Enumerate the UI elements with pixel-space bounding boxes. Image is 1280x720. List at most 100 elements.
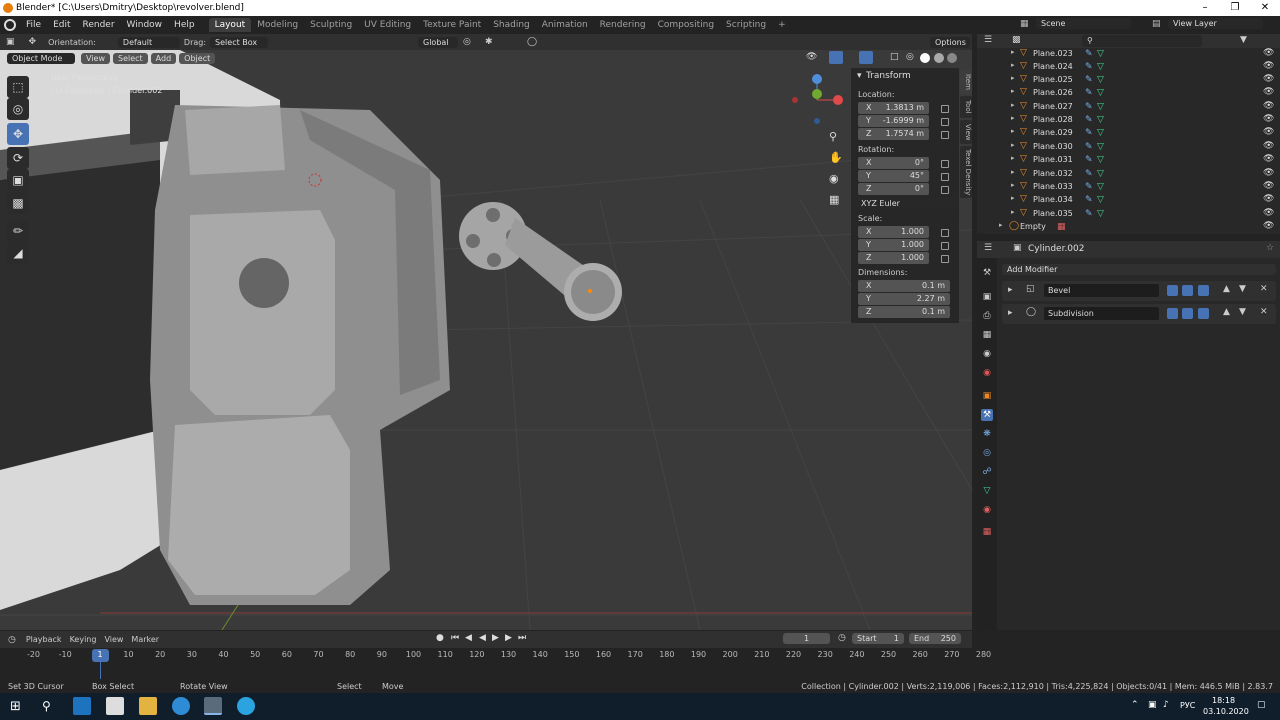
tab-compositing[interactable]: Compositing <box>652 18 720 32</box>
add-workspace-icon[interactable]: + <box>772 18 792 32</box>
edge-icon[interactable] <box>172 697 190 715</box>
material-shading-icon[interactable] <box>934 53 944 63</box>
tab-modeling[interactable]: Modeling <box>251 18 304 32</box>
3d-viewport[interactable]: User Perspective (1) Collection | Cylind… <box>0 50 972 630</box>
pan-hand-icon[interactable]: ✋ <box>829 151 843 164</box>
lock-icon[interactable] <box>941 173 949 181</box>
modifier-subdivision[interactable]: ▸ ◯ Subdivision ▲ ▼ ✕ <box>1002 304 1276 324</box>
realtime-display-icon[interactable] <box>1182 308 1193 319</box>
menu-playback[interactable]: Playback <box>26 635 62 644</box>
language-indicator[interactable]: РУС <box>1180 701 1195 710</box>
maximize-button[interactable]: ❐ <box>1220 0 1250 16</box>
rendered-shading-icon[interactable] <box>947 53 957 63</box>
jump-end-icon[interactable]: ⏭ <box>518 633 526 643</box>
search-icon[interactable]: ⚲ <box>42 699 51 713</box>
expand-chevron-icon[interactable]: ▸ <box>1008 285 1013 295</box>
outliner-row[interactable]: ▸ ▽ Plane.027 ✎ ▽ 👁 <box>977 101 1280 114</box>
location-y-field[interactable]: Y -1.6999 m <box>858 115 929 127</box>
transform-header[interactable]: Transform <box>866 71 911 81</box>
volume-icon[interactable]: ♪ <box>1163 700 1169 710</box>
dimensions-z-field[interactable]: Z 0.1 m <box>858 306 950 318</box>
network-icon[interactable]: ▣ <box>1148 700 1157 710</box>
remove-modifier-icon[interactable]: ✕ <box>1260 284 1268 294</box>
close-button[interactable]: ✕ <box>1250 0 1280 16</box>
play-reverse-icon[interactable]: ◀ <box>479 633 486 643</box>
file-explorer-icon[interactable] <box>139 697 157 715</box>
camera-icon[interactable] <box>1167 308 1178 319</box>
cursor-tool-icon[interactable]: ◎ <box>7 98 29 120</box>
tray-chevron-icon[interactable]: ⌃ <box>1131 700 1139 710</box>
outliner-row[interactable]: ▸ ▽ Plane.032 ✎ ▽ 👁 <box>977 168 1280 181</box>
menu-add[interactable]: Add <box>150 52 177 64</box>
zoom-icon[interactable]: ⚲ <box>829 130 837 143</box>
view-layer-icon[interactable]: ▦ <box>981 329 993 341</box>
scene-selector[interactable]: Scene <box>1036 18 1131 29</box>
outliner-row[interactable]: ▸ ▽ Plane.026 ✎ ▽ 👁 <box>977 87 1280 100</box>
camera-icon[interactable]: ◉ <box>829 172 839 185</box>
current-frame-field[interactable]: 1 <box>783 633 830 644</box>
outliner-editor-icon[interactable]: ☰ <box>984 35 992 45</box>
orientation-dropdown[interactable]: Default <box>117 36 180 48</box>
material-icon[interactable]: ◉ <box>981 504 993 516</box>
drag-dropdown[interactable]: Select Box <box>210 36 269 48</box>
store-icon[interactable] <box>106 697 124 715</box>
overlay-toggle-icon[interactable] <box>859 51 873 64</box>
menu-select[interactable]: Select <box>112 52 148 64</box>
tab-layout[interactable]: Layout <box>208 18 252 32</box>
pivot-icon[interactable]: ◎ <box>463 37 471 47</box>
rotate-tool-icon[interactable]: ⟳ <box>7 147 29 169</box>
outliner-search-input[interactable]: ⚲ <box>1082 35 1202 47</box>
add-modifier-dropdown[interactable]: Add Modifier <box>1002 264 1276 275</box>
mesh-data-icon[interactable]: ▽ <box>981 485 993 497</box>
pin-icon[interactable]: ☆ <box>1266 243 1274 253</box>
editmode-display-icon[interactable] <box>1198 308 1209 319</box>
modifier-bevel[interactable]: ▸ ◱ Bevel ▲ ▼ ✕ <box>1002 281 1276 301</box>
navigation-gizmo[interactable] <box>792 74 843 124</box>
outliner-row[interactable]: ▸ ▽ Plane.033 ✎ ▽ 👁 <box>977 181 1280 194</box>
outliner-row[interactable]: ▸ ▽ Plane.034 ✎ ▽ 👁 <box>977 194 1280 207</box>
lock-icon[interactable] <box>941 105 949 113</box>
render-icon[interactable]: ▣ <box>981 291 993 303</box>
outliner-row[interactable]: ▸ ▽ Plane.025 ✎ ▽ 👁 <box>977 74 1280 87</box>
clock-date[interactable]: 03.10.2020 <box>1203 707 1249 716</box>
menu-view[interactable]: View <box>81 52 110 64</box>
lock-icon[interactable] <box>941 242 949 250</box>
menu-help[interactable]: Help <box>168 20 201 30</box>
lock-icon[interactable] <box>941 186 949 194</box>
scale-tool-icon[interactable]: ▣ <box>7 169 29 191</box>
transform-tool-icon[interactable]: ✥ <box>29 37 37 47</box>
tab-scripting[interactable]: Scripting <box>720 18 772 32</box>
outliner-row[interactable]: ▸ ▽ Plane.030 ✎ ▽ 👁 <box>977 141 1280 154</box>
menu-object[interactable]: Object <box>179 52 216 64</box>
ortho-grid-icon[interactable]: ▦ <box>829 193 839 206</box>
end-frame-field[interactable]: End 250 <box>909 633 961 644</box>
dimensions-y-field[interactable]: Y 2.27 m <box>858 293 950 305</box>
modifier-name-field[interactable]: Bevel <box>1044 284 1159 297</box>
lock-icon[interactable] <box>941 229 949 237</box>
modifier-wrench-icon[interactable]: ⚒ <box>981 409 993 421</box>
remove-modifier-icon[interactable]: ✕ <box>1260 307 1268 317</box>
transform-chevron-icon[interactable]: ▾ <box>857 71 862 81</box>
tab-tool[interactable]: Tool <box>960 96 972 118</box>
dimensions-x-field[interactable]: X 0.1 m <box>858 280 950 292</box>
outliner-row[interactable]: ▸ ▽ Plane.023 ✎ ▽ 👁 <box>977 48 1280 61</box>
select-tool-icon[interactable]: ⬚ <box>7 76 29 98</box>
measure-tool-icon[interactable]: ◢ <box>7 242 29 264</box>
lock-icon[interactable] <box>941 255 949 263</box>
tool-settings-icon[interactable]: ⚒ <box>981 267 993 279</box>
outliner-row[interactable]: ▸ ▽ Plane.028 ✎ ▽ 👁 <box>977 114 1280 127</box>
camera-icon[interactable] <box>1167 285 1178 296</box>
menu-marker[interactable]: Marker <box>131 635 159 644</box>
tab-texture-paint[interactable]: Texture Paint <box>417 18 487 32</box>
annotate-tool-icon[interactable]: ✏ <box>7 220 29 242</box>
realtime-display-icon[interactable] <box>1182 285 1193 296</box>
snap-icon[interactable]: ✱ <box>485 37 493 47</box>
constraints-icon[interactable]: ☍ <box>981 466 993 478</box>
options-dropdown[interactable]: Options <box>930 36 970 48</box>
move-up-icon[interactable]: ▲ <box>1223 307 1230 317</box>
location-z-field[interactable]: Z 1.7574 m <box>858 128 929 140</box>
rotation-z-field[interactable]: Z 0° <box>858 183 929 195</box>
menu-file[interactable]: File <box>20 20 47 30</box>
tab-uv-editing[interactable]: UV Editing <box>358 18 417 32</box>
menu-edit[interactable]: Edit <box>47 20 76 30</box>
